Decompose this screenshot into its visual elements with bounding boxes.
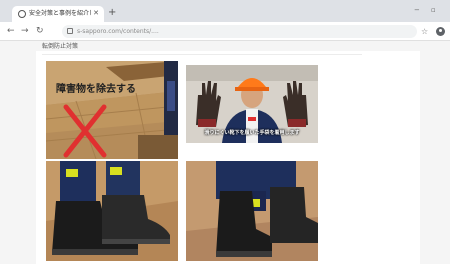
globe-icon (18, 10, 26, 18)
photo-boots-right-art (186, 161, 318, 261)
address-bar[interactable]: s-sapporo.com/contents/.... (62, 25, 417, 38)
photo-remove-obstacles-art (46, 61, 178, 159)
tab-strip: 安全対策と事例を紹介します ✕ + − ▫ (0, 0, 450, 22)
back-icon[interactable]: ← (7, 25, 15, 37)
maximize-icon[interactable]: ▫ (431, 5, 436, 15)
photo-safety-boots-right (186, 161, 318, 261)
lock-icon (67, 28, 73, 34)
section-heading: 転倒防止対策 (42, 43, 79, 50)
browser-toolbar: ← → ↻ s-sapporo.com/contents/.... ☆ (0, 22, 450, 41)
bookmark-star-icon[interactable]: ☆ (421, 26, 428, 37)
new-tab-button[interactable]: + (108, 7, 116, 19)
minimize-icon[interactable]: − (414, 5, 420, 15)
tab-title: 安全対策と事例を紹介します (29, 10, 91, 17)
reload-icon[interactable]: ↻ (36, 25, 44, 37)
photo-caption: 滑りにくい靴下を履いた手袋を着用します (204, 130, 300, 136)
photo-remove-obstacles: 障害物を除去する (46, 61, 178, 159)
forward-icon[interactable]: → (21, 25, 29, 37)
photo-worker-gloves: 滑りにくい靴下を履いた手袋を着用します (186, 65, 318, 143)
photo-label: 障害物を除去する (56, 84, 136, 95)
page-content: 転倒防止対策 障害物を除去する 滑りにくい靴下を履いた手袋を着用します (0, 41, 450, 264)
photo-safety-boots-left (46, 161, 178, 261)
close-icon[interactable]: ✕ (93, 8, 99, 18)
browser-window: 安全対策と事例を紹介します ✕ + − ▫ ← → ↻ s-sapporo.co… (0, 0, 450, 264)
divider (42, 54, 362, 55)
photo-boots-left-art (46, 161, 178, 261)
browser-tab[interactable]: 安全対策と事例を紹介します ✕ (12, 6, 104, 22)
profile-avatar-icon[interactable] (436, 27, 445, 36)
url-text: s-sapporo.com/contents/.... (77, 28, 159, 35)
